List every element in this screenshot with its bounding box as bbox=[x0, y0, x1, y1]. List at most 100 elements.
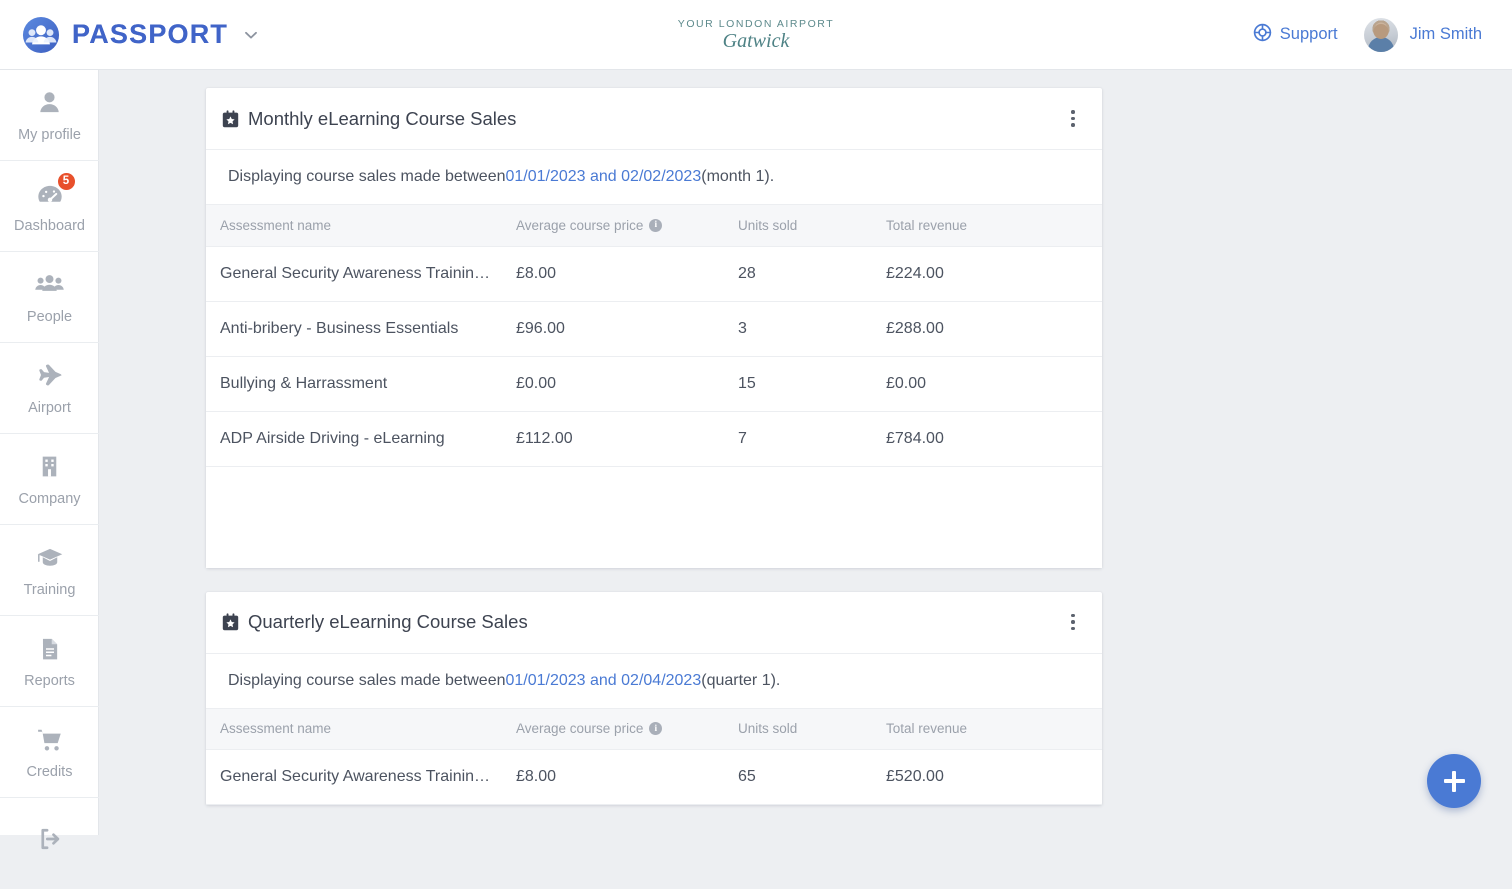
speedometer-icon: 5 bbox=[35, 171, 76, 209]
graduation-cap-icon bbox=[35, 543, 65, 573]
date-range-link[interactable]: 01/01/2023 and 02/02/2023 bbox=[505, 168, 701, 186]
column-header-total-revenue[interactable]: Total revenue bbox=[872, 708, 1102, 750]
column-header-assessment-name[interactable]: Assessment name bbox=[206, 708, 502, 750]
sidebar-item-company[interactable]: Company bbox=[0, 434, 99, 525]
card-title: Monthly eLearning Course Sales bbox=[222, 108, 516, 130]
building-icon bbox=[35, 452, 65, 482]
cell-assessment-name: Bullying & Harrassment bbox=[206, 356, 502, 412]
table-row[interactable]: General Security Awareness Trainin… £8.0… bbox=[206, 246, 1102, 302]
cell-assessment-name: General Security Awareness Trainin… bbox=[206, 246, 502, 302]
table-header-row: Assessment name Average course price i U… bbox=[206, 205, 1102, 247]
table-row[interactable]: ADP Airside Driving - eLearning £112.00 … bbox=[206, 411, 1102, 467]
gatwick-logo-line2: Gatwick bbox=[722, 29, 790, 52]
sidebar-item-training[interactable]: Training bbox=[0, 525, 99, 616]
cell-total-revenue: £224.00 bbox=[872, 246, 1102, 302]
column-label: Assessment name bbox=[220, 217, 332, 233]
sidebar-item-label: Credits bbox=[26, 763, 73, 780]
card-subtitle: Displaying course sales made between 01/… bbox=[206, 150, 1102, 205]
sales-table: Assessment name Average course price i U… bbox=[206, 205, 1102, 467]
sidebar-item-sign-out[interactable] bbox=[0, 798, 99, 889]
sidebar-item-airport[interactable]: Airport bbox=[0, 343, 99, 434]
cell-total-revenue: £0.00 bbox=[872, 356, 1102, 412]
user-name: Jim Smith bbox=[1409, 25, 1482, 43]
column-header-assessment-name[interactable]: Assessment name bbox=[206, 205, 502, 247]
people-group-icon bbox=[35, 270, 65, 300]
chevron-down-icon[interactable] bbox=[242, 26, 260, 44]
table-body: General Security Awareness Trainin… £8.0… bbox=[206, 246, 1102, 467]
card-subtitle: Displaying course sales made between 01/… bbox=[206, 654, 1102, 709]
table-header-row: Assessment name Average course price i U… bbox=[206, 708, 1102, 750]
subtitle-prefix: Displaying course sales made between bbox=[228, 168, 506, 185]
sidebar-item-label: Reports bbox=[24, 672, 75, 689]
brand-logo-button[interactable]: PASSPORT bbox=[0, 16, 260, 54]
cell-average-price: £96.00 bbox=[502, 301, 724, 357]
lifebuoy-icon bbox=[1253, 23, 1272, 47]
column-label: Units sold bbox=[738, 217, 798, 233]
cell-units-sold: 7 bbox=[724, 411, 872, 467]
info-icon[interactable]: i bbox=[649, 722, 663, 736]
card-title-text: Quarterly eLearning Course Sales bbox=[248, 611, 528, 632]
card-title: Quarterly eLearning Course Sales bbox=[222, 611, 528, 633]
sidebar-item-label: Company bbox=[18, 490, 81, 507]
info-icon[interactable]: i bbox=[649, 218, 663, 232]
card-title-text: Monthly eLearning Course Sales bbox=[248, 107, 517, 129]
column-header-average-course-price[interactable]: Average course price i bbox=[502, 708, 724, 750]
sidebar-item-my-profile[interactable]: My profile bbox=[0, 70, 99, 161]
gatwick-logo-line1: YOUR LONDON AIRPORT bbox=[677, 17, 835, 30]
quarterly-course-sales-card: Quarterly eLearning Course Sales Display… bbox=[206, 591, 1102, 805]
subtitle-prefix: Displaying course sales made between bbox=[228, 671, 506, 689]
table-head: Assessment name Average course price i U… bbox=[206, 205, 1102, 247]
column-header-total-revenue[interactable]: Total revenue bbox=[872, 205, 1102, 247]
kebab-menu-icon[interactable] bbox=[1060, 609, 1086, 635]
date-range-link[interactable]: 01/01/2023 and 02/04/2023 bbox=[505, 672, 701, 690]
column-label: Units sold bbox=[738, 721, 798, 737]
column-header-units-sold[interactable]: Units sold bbox=[724, 205, 872, 247]
column-label: Total revenue bbox=[886, 721, 968, 737]
sidebar-item-label: Training bbox=[23, 581, 76, 598]
sidebar-item-label: My profile bbox=[18, 126, 81, 143]
cell-units-sold: 28 bbox=[724, 246, 872, 302]
subtitle-suffix: (month 1). bbox=[701, 168, 775, 185]
card-header: Quarterly eLearning Course Sales bbox=[206, 592, 1102, 654]
sidebar-item-reports[interactable]: Reports bbox=[0, 616, 99, 707]
airplane-icon bbox=[35, 361, 65, 391]
cell-units-sold: 15 bbox=[724, 356, 872, 412]
subtitle-suffix: (quarter 1). bbox=[701, 671, 781, 689]
table-row[interactable]: Bullying & Harrassment £0.00 15 £0.00 bbox=[206, 356, 1102, 412]
cell-total-revenue: £784.00 bbox=[872, 411, 1102, 467]
cell-units-sold: 3 bbox=[724, 301, 872, 357]
support-label: Support bbox=[1279, 25, 1338, 43]
table-row[interactable]: Anti-bribery - Business Essentials £96.0… bbox=[206, 301, 1102, 357]
support-button[interactable]: Support bbox=[1253, 23, 1338, 47]
avatar bbox=[1363, 17, 1398, 52]
cell-total-revenue: £288.00 bbox=[872, 301, 1102, 357]
column-label: Average course price bbox=[516, 721, 644, 737]
gatwick-airport-logo: YOUR LONDON AIRPORT Gatwick bbox=[656, 18, 856, 52]
add-button[interactable] bbox=[1427, 754, 1481, 808]
sidebar-item-dashboard[interactable]: 5 Dashboard bbox=[0, 161, 99, 252]
card-header: Monthly eLearning Course Sales bbox=[206, 88, 1102, 150]
sidebar-item-label: Dashboard bbox=[14, 217, 85, 234]
calendar-star-icon bbox=[222, 109, 239, 128]
column-label: Assessment name bbox=[220, 721, 332, 737]
kebab-menu-icon[interactable] bbox=[1060, 106, 1086, 132]
top-header: PASSPORT YOUR LONDON AIRPORT Gatwick Sup… bbox=[0, 0, 1512, 70]
column-header-average-course-price[interactable]: Average course price i bbox=[502, 205, 724, 247]
header-actions: Support Jim Smith bbox=[1253, 17, 1512, 52]
cell-average-price: £8.00 bbox=[502, 749, 724, 805]
cell-average-price: £0.00 bbox=[502, 356, 724, 412]
table-row[interactable]: General Security Awareness Trainin… £8.0… bbox=[206, 749, 1102, 805]
table-body: General Security Awareness Trainin… £8.0… bbox=[206, 749, 1102, 805]
sidebar-item-label: Airport bbox=[28, 399, 71, 416]
passport-people-logo-icon bbox=[22, 16, 60, 54]
brand-name: PASSPORT bbox=[72, 19, 229, 49]
cell-assessment-name: General Security Awareness Trainin… bbox=[206, 749, 502, 805]
column-header-units-sold[interactable]: Units sold bbox=[724, 708, 872, 750]
sidebar-item-people[interactable]: People bbox=[0, 252, 99, 343]
user-menu-button[interactable]: Jim Smith bbox=[1363, 17, 1482, 52]
calendar-star-icon bbox=[222, 613, 239, 631]
card-empty-space bbox=[206, 466, 1102, 568]
user-icon bbox=[35, 88, 65, 118]
sidebar-item-credits[interactable]: Credits bbox=[0, 707, 99, 798]
cell-assessment-name: Anti-bribery - Business Essentials bbox=[206, 301, 502, 357]
